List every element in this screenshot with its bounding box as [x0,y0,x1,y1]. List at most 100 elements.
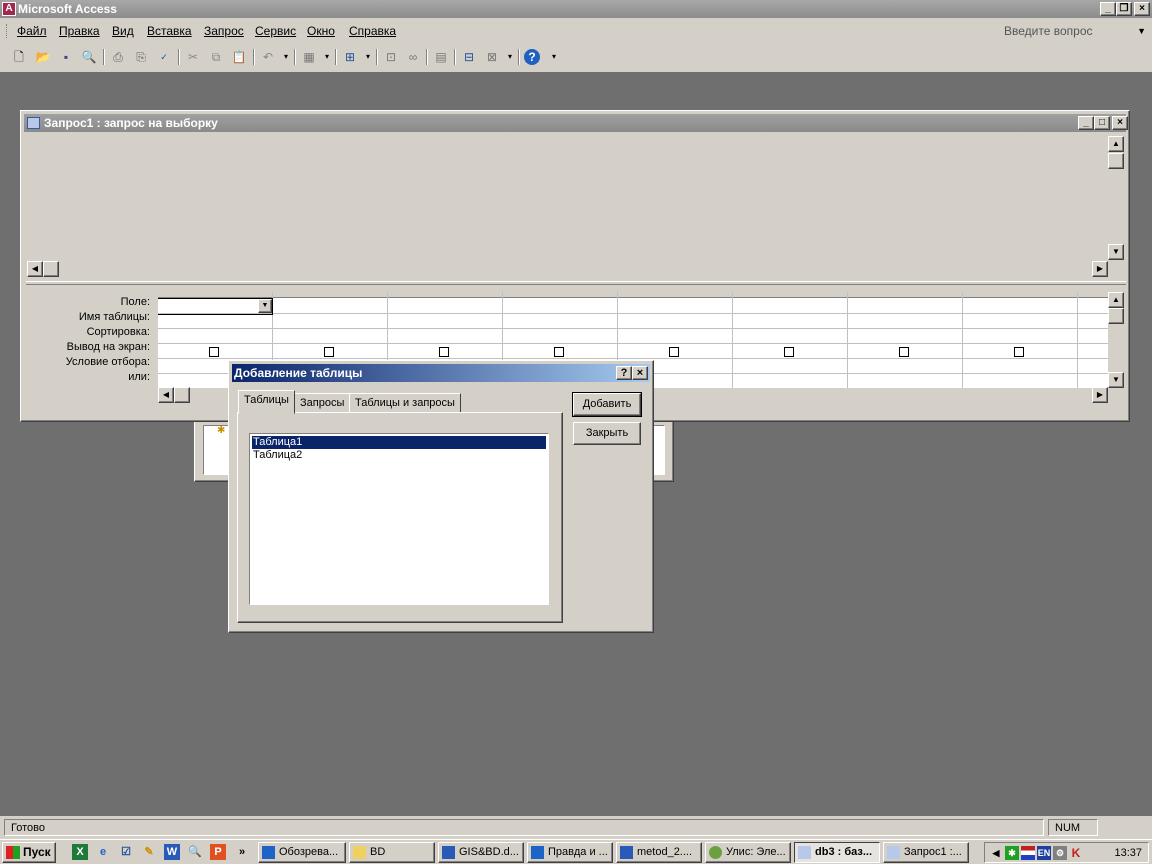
quicklaunch-more-icon[interactable]: » [234,844,250,860]
horizontal-scroll-thumb[interactable] [43,261,59,277]
column-selector[interactable] [158,292,272,298]
grid-cell-table[interactable] [733,314,847,329]
menu-help[interactable]: Справка [349,23,396,39]
add-button[interactable]: Добавить [572,392,642,417]
grid-cell-show[interactable] [848,344,962,359]
show-table-icon[interactable]: ⊡ [382,48,400,66]
grid-cell-show[interactable] [618,344,732,359]
query-type-icon[interactable]: ▦ [300,48,318,66]
tool-icon[interactable]: ⚙ [1053,846,1067,860]
column-selector[interactable] [503,292,617,298]
show-checkbox[interactable] [1014,347,1024,357]
taskbar-item[interactable]: Правда и ... [527,842,613,863]
grid-cell-sort[interactable] [618,329,732,344]
minimize-icon[interactable]: _ [1078,116,1094,130]
grid-cell-table[interactable] [158,314,272,329]
grid-cell-show[interactable] [158,344,272,359]
taskbar-item[interactable]: Улис: Эле... [705,842,791,863]
network-icon[interactable]: ✱ [1005,846,1019,860]
scroll-right-icon[interactable]: ▶ [1092,261,1108,277]
table-pane[interactable]: ▲ ▼ ◀ ▶ [26,135,1124,279]
grid-cell-show[interactable] [273,344,387,359]
grid-column[interactable] [963,292,1078,388]
grid-vertical-scroll-thumb[interactable] [1108,308,1124,324]
tab-queries[interactable]: Запросы [294,393,351,413]
close-icon[interactable]: × [632,366,648,380]
column-selector[interactable] [733,292,847,298]
grid-cell-field[interactable] [618,299,732,314]
spelling-icon[interactable]: ✓ [155,48,173,66]
grid-cell-criteria[interactable] [733,359,847,374]
table-list[interactable]: Таблица1 Таблица2 [249,433,549,605]
grid-cell-field[interactable] [273,299,387,314]
grid-scroll-up-icon[interactable]: ▲ [1108,292,1124,308]
search-icon[interactable]: 🔍 [80,48,98,66]
flag-icon[interactable] [1021,846,1035,860]
grid-scroll-left-icon[interactable]: ◀ [158,387,174,403]
grid-column[interactable] [848,292,963,388]
grid-cell-table[interactable] [963,314,1077,329]
new-icon[interactable]: 🗋 [10,48,28,66]
grid-cell-table[interactable] [503,314,617,329]
grid-cell-or[interactable] [963,374,1077,388]
grid-cell-sort[interactable] [1078,329,1108,344]
close-icon[interactable]: × [1112,116,1128,130]
grid-cell-field[interactable] [848,299,962,314]
menu-file[interactable]: Файл [17,23,47,39]
search-icon[interactable]: 🔍 [187,844,203,860]
grid-cell-field[interactable] [503,299,617,314]
help-question-box[interactable]: Введите вопрос ▼ [1000,22,1150,40]
grid-cell-show[interactable] [503,344,617,359]
open-icon[interactable]: 📂 [34,48,52,66]
grid-cell-or[interactable] [733,374,847,388]
column-selector[interactable] [273,292,387,298]
scroll-left-icon[interactable]: ◀ [27,261,43,277]
menu-window[interactable]: Окно [307,23,335,39]
start-button[interactable]: Пуск [2,842,56,863]
menu-view[interactable]: Вид [112,23,134,39]
show-checkbox[interactable] [784,347,794,357]
pencil-icon[interactable]: ✎ [141,844,157,860]
grid-horizontal-scroll-thumb[interactable] [174,387,190,403]
restore-icon[interactable]: ❐ [1116,2,1132,16]
chevron-down-icon[interactable]: ▼ [1137,22,1146,40]
grid-scroll-right-icon[interactable]: ▶ [1092,387,1108,403]
volume-icon[interactable]: ◀ [989,846,1003,860]
save-icon[interactable]: ▪ [57,48,75,66]
show-checkbox[interactable] [899,347,909,357]
grid-cell-field[interactable] [963,299,1077,314]
grid-cell-table[interactable] [1078,314,1108,329]
grid-cell-sort[interactable] [848,329,962,344]
taskbar-item[interactable]: Обозрева... [258,842,346,863]
grid-cell-sort[interactable] [963,329,1077,344]
taskbar-item[interactable]: BD [349,842,435,863]
new-object-icon[interactable]: ⊠ [483,48,501,66]
taskbar-item-active[interactable]: db3 : баз... [794,842,880,863]
menu-edit[interactable]: Правка [59,23,100,39]
tab-tables[interactable]: Таблицы [238,390,295,414]
taskbar-item[interactable]: metod_2.... [616,842,702,863]
grid-cell-field[interactable] [1078,299,1108,314]
menu-grip[interactable] [6,24,9,38]
show-checkbox[interactable] [439,347,449,357]
grid-column[interactable] [1078,292,1108,388]
list-item[interactable]: Таблица1 [251,435,547,450]
dialog-title-bar[interactable]: Добавление таблицы ? × [232,364,650,382]
minimize-icon[interactable]: _ [1100,2,1116,16]
grid-cell-sort[interactable] [158,329,272,344]
undo-icon[interactable]: ↶ [259,48,277,66]
show-checkbox[interactable] [669,347,679,357]
database-window-icon[interactable]: ⊟ [460,48,478,66]
properties-icon[interactable]: ▤ [432,48,450,66]
tab-tables-and-queries[interactable]: Таблицы и запросы [349,393,461,413]
excel-icon[interactable]: X [72,844,88,860]
help-icon[interactable]: ? [524,49,540,65]
outlook-icon[interactable]: ☑ [118,844,134,860]
grid-cell-field[interactable] [388,299,502,314]
grid-column[interactable] [733,292,848,388]
cut-icon[interactable]: ✂ [184,48,202,66]
chevron-down-icon[interactable]: ▼ [258,299,272,313]
run-icon[interactable]: ⊞ [341,48,359,66]
paste-icon[interactable]: 📋 [230,48,248,66]
column-selector[interactable] [1078,292,1108,298]
